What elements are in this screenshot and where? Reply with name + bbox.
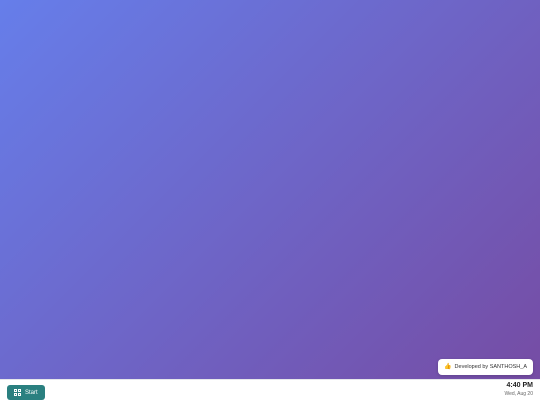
grid-icon	[14, 389, 21, 396]
taskbar: Start 4:40 PM Wed, Aug 20	[0, 379, 540, 405]
credit-badge: 👍 Developed by SANTHOSH_A	[438, 359, 533, 375]
start-button-label: Start	[25, 389, 38, 396]
desktop[interactable]: 👍 Developed by SANTHOSH_A Start 4:40 PM …	[0, 0, 540, 405]
clock-time: 4:40 PM	[506, 382, 533, 389]
taskbar-clock[interactable]: 4:40 PM Wed, Aug 20	[504, 382, 533, 397]
start-button[interactable]: Start	[7, 385, 45, 400]
credit-text: Developed by SANTHOSH_A	[454, 364, 527, 370]
thumbs-up-icon: 👍	[444, 364, 452, 370]
clock-date: Wed, Aug 20	[504, 391, 533, 397]
